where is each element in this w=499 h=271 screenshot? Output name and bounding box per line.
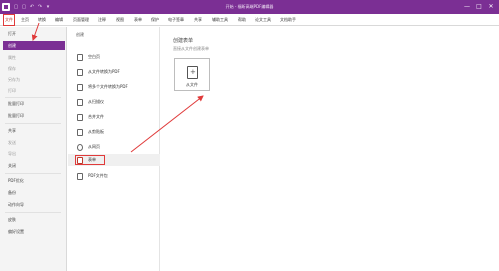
- arrow-to-create: [31, 22, 40, 41]
- annotation-arrows: [31, 22, 204, 153]
- arrow-to-from-file: [130, 95, 204, 153]
